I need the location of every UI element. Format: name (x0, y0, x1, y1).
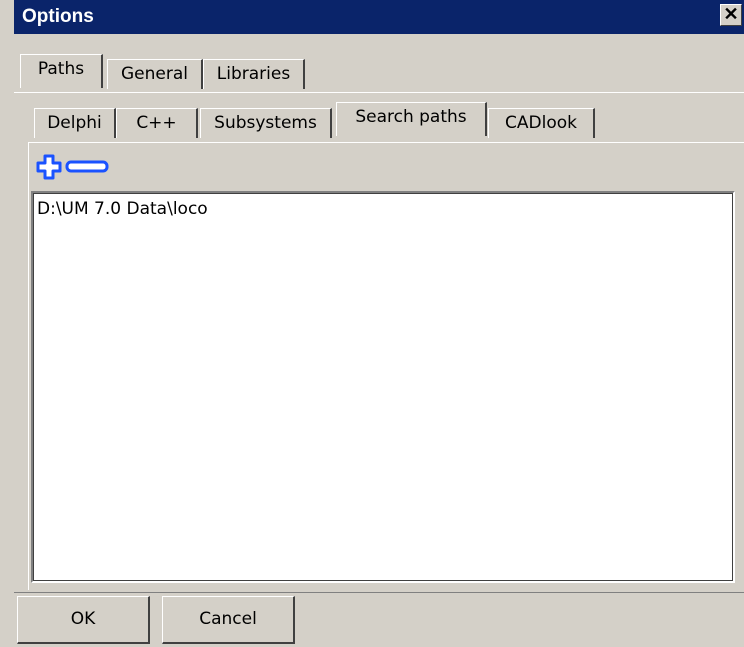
options-dialog: Options ✕ Paths General Libraries Delphi… (0, 0, 744, 647)
close-icon: ✕ (723, 4, 739, 24)
tab-subsystems[interactable]: Subsystems (200, 108, 332, 138)
tab-libraries-label: Libraries (216, 64, 291, 84)
tab-libraries[interactable]: Libraries (203, 59, 305, 89)
tab-cpp-label: C++ (136, 113, 177, 133)
remove-path-button[interactable] (64, 152, 110, 182)
tab-general-label: General (121, 64, 188, 84)
cancel-button[interactable]: Cancel (162, 596, 295, 644)
list-item[interactable]: D:\UM 7.0 Data\loco (37, 199, 208, 219)
minus-icon (65, 160, 109, 173)
tab-paths[interactable]: Paths (20, 54, 103, 88)
window-title: Options (22, 6, 94, 27)
add-path-button[interactable] (34, 152, 64, 182)
ok-button[interactable]: OK (17, 596, 150, 644)
search-paths-list[interactable]: D:\UM 7.0 Data\loco (31, 191, 735, 583)
tab-search-paths-label: Search paths (355, 107, 467, 127)
ok-button-label: OK (70, 609, 96, 629)
tab-delphi[interactable]: Delphi (34, 108, 116, 138)
tab-subsystems-label: Subsystems (214, 113, 317, 133)
close-button[interactable]: ✕ (720, 4, 742, 26)
tab-search-paths[interactable]: Search paths (336, 102, 487, 136)
tab-cpp[interactable]: C++ (116, 108, 198, 138)
tab-delphi-label: Delphi (47, 113, 102, 133)
tab-general[interactable]: General (107, 59, 203, 89)
tab-cadlook[interactable]: CADlook (488, 108, 595, 138)
title-bar[interactable]: Options ✕ (14, 0, 744, 34)
tab-paths-label: Paths (37, 59, 85, 79)
cancel-button-label: Cancel (199, 609, 257, 629)
tab-cadlook-label: CADlook (505, 113, 577, 133)
plus-icon (36, 154, 62, 180)
